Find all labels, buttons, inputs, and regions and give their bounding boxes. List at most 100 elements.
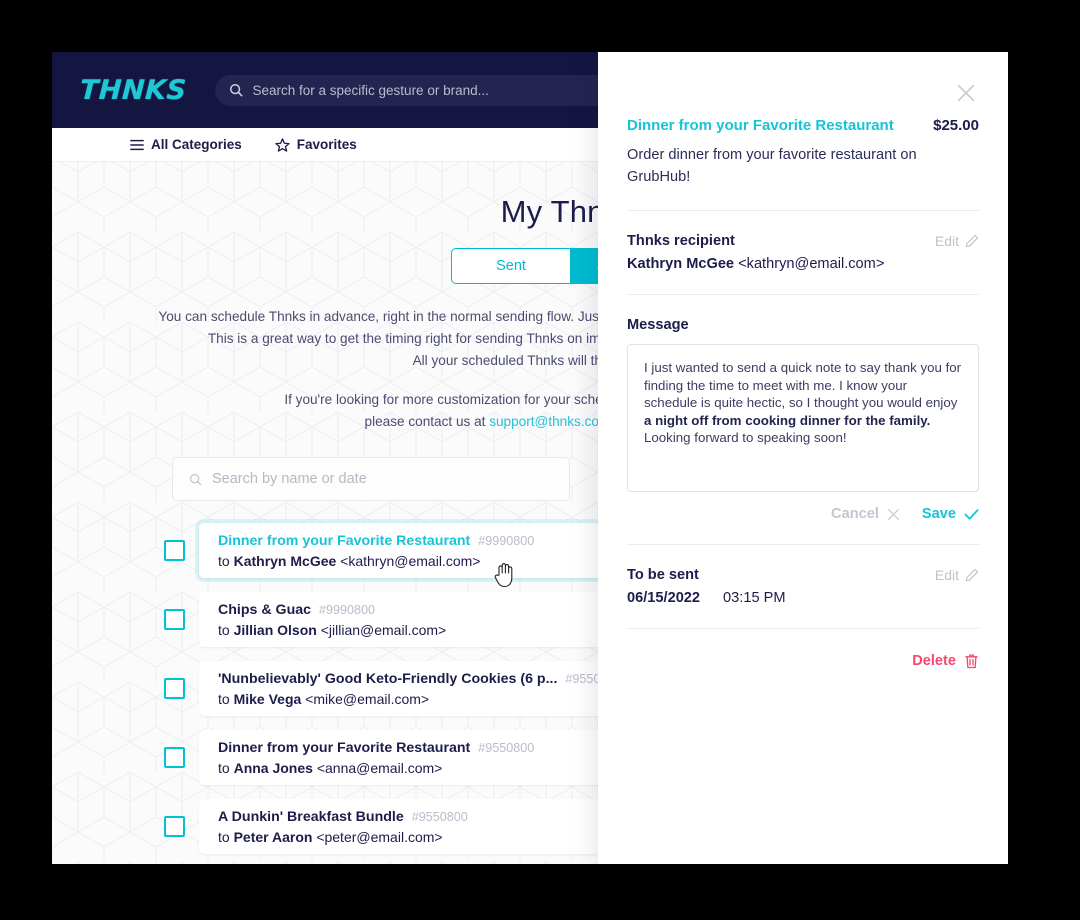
pencil-icon [965,234,979,248]
row-checkbox[interactable] [164,609,185,630]
card-text: Dinner from your Favorite Restaurant #999… [218,532,534,569]
card-title-line: A Dunkin' Breakfast Bundle #9550800 [218,808,468,826]
card-title: Dinner from your Favorite Restaurant [218,740,471,756]
card-recipient-line: to Anna Jones <anna@email.com> [218,760,534,776]
card-order-id: #9550800 [411,810,468,824]
card-to-label: to [218,691,230,707]
row-checkbox[interactable] [164,747,185,768]
scheduling-description: You can schedule Thnks in advance, right… [142,306,636,433]
page-title: My Thnks [500,194,636,229]
tobesent-time: 03:15 PM [723,590,786,606]
card-recipient-name: Kathryn McGee [233,553,337,569]
subnav-item-favorites[interactable]: Favorites [275,137,357,152]
card-recipient-name: Mike Vega [233,691,302,707]
recipient-email: <kathryn@email.com> [738,256,885,272]
divider [627,544,979,545]
card-recipient-name: Peter Aaron [233,829,313,845]
tobesent-value: 06/15/2022 03:15 PM [627,590,979,606]
subnav-label-all-categories: All Categories [151,137,242,152]
message-bold-part: a night off from cooking dinner for the … [644,412,931,428]
panel-gift-description: Order dinner from your favorite restaura… [627,147,917,185]
message-textarea[interactable]: I just wanted to send a quick note to sa… [627,344,979,492]
card-recipient-name: Anna Jones [233,760,313,776]
close-icon [887,508,899,520]
tobesent-date: 06/15/2022 [627,590,701,606]
card-recipient-line: to Mike Vega <mike@email.com> [218,691,621,707]
pencil-icon [965,568,979,582]
card-title-line: Dinner from your Favorite Restaurant #955… [218,739,534,757]
card-recipient-email: <mike@email.com> [305,691,430,707]
cancel-label: Cancel [831,506,879,522]
card-recipient-email: <kathryn@email.com> [340,553,481,569]
subnav-item-all-categories[interactable]: All Categories [130,137,242,152]
card-title-line: Chips & Guac #9990800 [218,601,446,619]
row-checkbox[interactable] [164,816,185,837]
recipient-name: Kathryn McGee [627,256,735,272]
message-part-2: Looking forward to speaking soon! [644,430,847,445]
card-to-label: to [218,622,230,638]
card-title-line: Dinner from your Favorite Restaurant #999… [218,532,534,550]
support-email-link[interactable]: support@thnks.com [489,414,610,429]
edit-recipient-button[interactable]: Edit [935,233,979,249]
card-to-label: to [218,829,230,845]
card-order-id: #9550800 [478,741,535,755]
card-text: Dinner from your Favorite Restaurant #955… [218,739,534,776]
edit-recipient-label: Edit [934,233,959,249]
save-button[interactable]: Save [922,506,979,522]
star-icon [275,137,290,152]
card-recipient-email: <anna@email.com> [316,760,443,776]
list-search-placeholder: Search by name or date [212,471,367,487]
panel-gift-header: Dinner from your Favorite Restaurant $25… [627,52,979,134]
tab-sent[interactable]: Sent [451,248,571,284]
card-title-line: 'Nunbelievably' Good Keto-Friendly Cooki… [218,670,621,688]
edit-schedule-label: Edit [934,567,959,583]
tobesent-section-header: To be sent Edit [627,567,979,583]
card-to-label: to [218,553,230,569]
recipient-section-title: Thnks recipient [627,233,735,249]
card-recipient-name: Jillian Olson [233,622,317,638]
hamburger-icon [130,139,144,150]
card-recipient-line: to Kathryn McGee <kathryn@email.com> [218,553,534,569]
card-to-label: to [218,760,230,776]
blurb-line-2: This is a great way to get the timing ri… [207,331,636,346]
panel-gift-name: Dinner from your Favorite Restaurant [627,117,894,134]
card-recipient-email: <jillian@email.com> [320,622,447,638]
check-icon [964,508,979,520]
message-actions: Cancel Save [627,506,979,522]
card-text: 'Nunbelievably' Good Keto-Friendly Cooki… [218,670,621,707]
cancel-button[interactable]: Cancel [831,506,900,522]
card-title: Chips & Guac [218,602,312,618]
blurb-line-5-pre: please contact us at [364,414,490,429]
delete-button[interactable]: Delete [912,653,979,669]
save-label: Save [921,506,956,522]
card-order-id: #9990800 [478,534,535,548]
thnks-detail-panel: Dinner from your Favorite Restaurant $25… [598,52,1008,864]
edit-schedule-button[interactable]: Edit [935,567,979,583]
card-text: A Dunkin' Breakfast Bundle #9550800 to Pet… [218,808,468,845]
row-checkbox[interactable] [164,540,185,561]
trash-icon [965,654,978,669]
mouse-cursor [494,563,513,588]
thnks-logo[interactable]: THNKS [79,75,187,106]
divider [627,628,979,629]
subnav-label-favorites: Favorites [296,137,357,152]
search-icon [190,473,202,485]
tobesent-title: To be sent [627,567,699,583]
divider [627,210,979,211]
card-order-id: #9990800 [319,603,376,617]
blurb-line-4: If you're looking for more customization… [284,392,636,407]
blurb-line-1: You can schedule Thnks in advance, right… [158,309,636,324]
close-icon[interactable] [955,82,977,104]
card-title: A Dunkin' Breakfast Bundle [218,809,404,825]
sent-scheduled-toggle: Sent Scheduled [52,248,691,284]
card-title: Dinner from your Favorite Restaurant [218,533,471,549]
card-recipient-email: <peter@email.com> [316,829,443,845]
list-search-input[interactable]: Search by name or date [172,457,570,501]
delete-row: Delete [627,653,979,669]
row-checkbox[interactable] [164,678,185,699]
card-text: Chips & Guac #9990800 to Jillian Olson <ji… [218,601,446,638]
card-recipient-line: to Peter Aaron <peter@email.com> [218,829,468,845]
global-search-placeholder: Search for a specific gesture or brand..… [252,82,489,98]
card-title: 'Nunbelievably' Good Keto-Friendly Cooki… [218,671,558,687]
recipient-value: Kathryn McGee <kathryn@email.com> [627,256,979,272]
